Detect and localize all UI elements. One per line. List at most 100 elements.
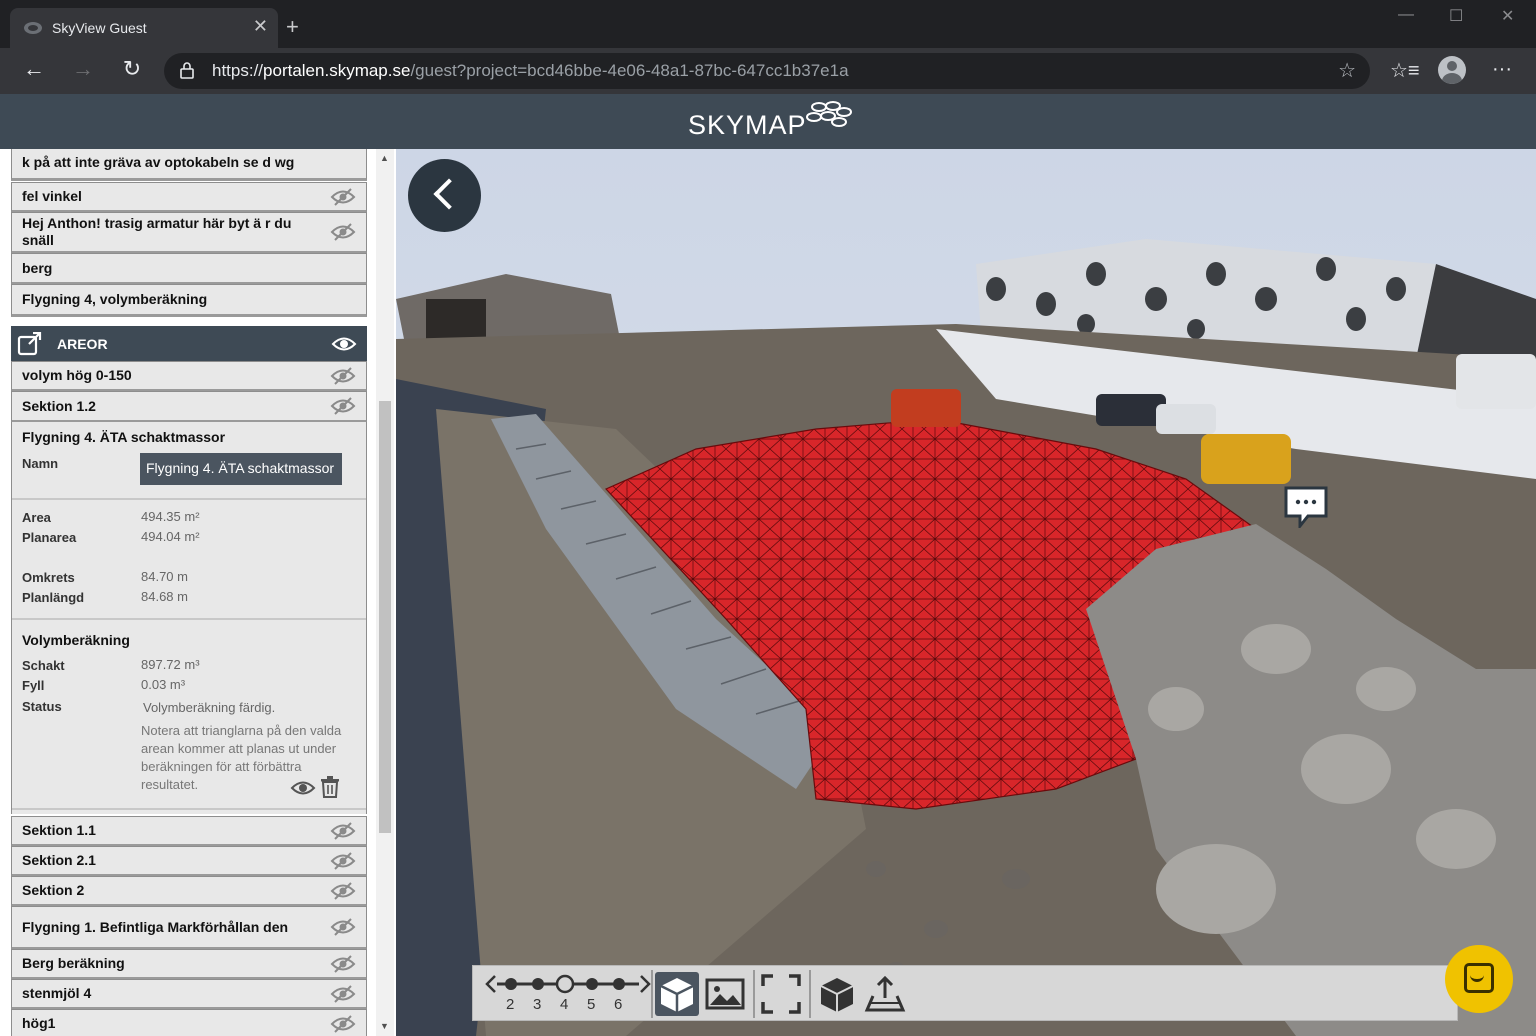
- forward-nav-button[interactable]: →: [67, 56, 99, 82]
- list-item[interactable]: hög1: [11, 1009, 367, 1036]
- eye-icon[interactable]: [331, 334, 357, 354]
- profile-avatar[interactable]: [1438, 56, 1466, 84]
- comment-marker-icon[interactable]: [1282, 484, 1330, 528]
- eye-off-icon[interactable]: [330, 954, 356, 974]
- divider: [12, 618, 366, 620]
- url-path: /guest?project=bcd46bbe-4e06-48a1-87bc-6…: [410, 61, 849, 80]
- list-item[interactable]: Sektion 2.1: [11, 846, 367, 877]
- image-view-button[interactable]: [703, 972, 747, 1016]
- list-item-label: Hej Anthon! trasig armatur här byt ä r d…: [22, 215, 292, 248]
- list-item-label: Berg beräkning: [22, 955, 125, 971]
- more-menu-icon[interactable]: ···: [1492, 58, 1512, 81]
- list-item[interactable]: volym hög 0-150: [11, 361, 367, 392]
- status-label: Status: [22, 699, 62, 714]
- list-item[interactable]: Sektion 2: [11, 876, 367, 907]
- eye-off-icon[interactable]: [330, 396, 356, 416]
- timeline-label[interactable]: 3: [533, 996, 541, 1013]
- list-item-label: k på att inte gräva av optokabeln se d w…: [22, 153, 295, 170]
- omkrets-label: Omkrets: [22, 570, 75, 585]
- list-item[interactable]: Sektion 1.1: [11, 816, 367, 847]
- list-item[interactable]: Berg beräkning: [11, 949, 367, 980]
- eye-off-icon[interactable]: [330, 984, 356, 1004]
- eye-off-icon[interactable]: [330, 187, 356, 207]
- list-item[interactable]: berg: [11, 253, 367, 285]
- window-close-button[interactable]: ✕: [1501, 6, 1514, 26]
- list-item-label: Flygning 4, volymberäkning: [22, 291, 208, 307]
- 3d-model-button[interactable]: [655, 972, 699, 1016]
- divider: [12, 808, 366, 810]
- 3d-terrain-scene[interactable]: [396, 149, 1536, 1036]
- detail-title: Flygning 4. ÄTA schaktmassor: [22, 429, 226, 445]
- eye-off-icon[interactable]: [330, 851, 356, 871]
- area-label: Area: [22, 510, 51, 525]
- new-tab-button[interactable]: +: [286, 14, 299, 40]
- planlangd-value: 84.68 m: [141, 589, 188, 604]
- model-viewer[interactable]: [396, 149, 1536, 1036]
- fyll-label: Fyll: [22, 678, 45, 693]
- area-detail-panel: Flygning 4. ÄTA schaktmassor Namn Flygni…: [11, 422, 367, 814]
- chat-support-button[interactable]: [1445, 945, 1513, 1013]
- sidebar-scrollbar-thumb[interactable]: [379, 401, 391, 833]
- areor-section-header[interactable]: AREOR: [11, 326, 367, 362]
- tab-close-icon[interactable]: ✕: [253, 16, 268, 37]
- app-header: SKYMAP: [0, 94, 1536, 149]
- browser-addressbar: ← → ↻ https://portalen.skymap.se/guest?p…: [0, 48, 1536, 94]
- external-link-icon[interactable]: [17, 332, 43, 356]
- timeline-label[interactable]: 6: [614, 996, 622, 1013]
- list-item[interactable]: Flygning 1. Befintliga Markförhållan den: [11, 906, 367, 950]
- list-item-label: volym hög 0-150: [22, 367, 132, 383]
- volume-title: Volymberäkning: [22, 632, 130, 648]
- list-item[interactable]: stenmjöl 4: [11, 979, 367, 1010]
- maximize-button[interactable]: ☐: [1449, 6, 1463, 26]
- list-item[interactable]: fel vinkel: [11, 182, 367, 213]
- cube-view-button[interactable]: [815, 972, 859, 1016]
- list-item[interactable]: k på att inte gräva av optokabeln se d w…: [11, 149, 367, 181]
- eye-off-icon[interactable]: [330, 917, 356, 937]
- omkrets-value: 84.70 m: [141, 569, 188, 584]
- timeline-label[interactable]: 5: [587, 996, 595, 1013]
- scroll-up-arrow-icon[interactable]: ▲: [380, 153, 389, 163]
- reload-button[interactable]: ↻: [116, 56, 148, 82]
- favorites-icon[interactable]: ☆≡: [1390, 58, 1420, 83]
- status-value: Volymberäkning färdig.: [143, 700, 276, 715]
- divider: [651, 970, 653, 1018]
- planarea-label: Planarea: [22, 530, 77, 545]
- section-title: AREOR: [57, 336, 108, 352]
- divider: [753, 970, 755, 1018]
- list-item-label: Sektion 1.2: [22, 397, 96, 414]
- 3d-model-icon: [660, 978, 694, 1012]
- planarea-value: 494.04 m²: [141, 529, 200, 544]
- eye-off-icon[interactable]: [330, 366, 356, 386]
- minimize-button[interactable]: —: [1398, 6, 1414, 24]
- export-button[interactable]: [863, 972, 907, 1016]
- name-label: Namn: [22, 456, 59, 471]
- tab-title: SkyView Guest: [52, 20, 147, 36]
- scroll-down-arrow-icon[interactable]: ▼: [380, 1021, 389, 1031]
- eye-off-icon[interactable]: [330, 1014, 356, 1034]
- name-field[interactable]: Flygning 4. ÄTA schaktmassor: [140, 453, 342, 485]
- timeline-label[interactable]: 2: [506, 996, 514, 1013]
- url-scheme: https://: [212, 61, 264, 80]
- list-item[interactable]: Sektion 1.2: [11, 391, 367, 423]
- area-value: 494.35 m²: [141, 509, 200, 524]
- url-field[interactable]: https://portalen.skymap.se/guest?project…: [164, 53, 1370, 89]
- eye-off-icon[interactable]: [330, 821, 356, 841]
- chat-icon: [1470, 975, 1484, 982]
- schakt-value: 897.72 m³: [141, 657, 200, 672]
- skymap-logo-icon: [806, 101, 852, 127]
- schakt-label: Schakt: [22, 658, 65, 673]
- list-item-label: hög1: [22, 1015, 56, 1031]
- list-item[interactable]: Flygning 4, volymberäkning: [11, 284, 367, 317]
- fullscreen-icon: [761, 974, 801, 1014]
- bookmark-star-icon[interactable]: ☆: [1338, 58, 1356, 83]
- eye-off-icon[interactable]: [330, 881, 356, 901]
- skymap-logo-text: SKYMAP: [688, 110, 807, 140]
- cube-icon: [820, 978, 854, 1012]
- fullscreen-button[interactable]: [759, 972, 803, 1016]
- timeline-label[interactable]: 4: [560, 996, 568, 1013]
- eye-off-icon[interactable]: [330, 222, 356, 242]
- back-button[interactable]: [408, 159, 481, 232]
- list-item[interactable]: Hej Anthon! trasig armatur här byt ä r d…: [11, 212, 367, 254]
- back-nav-button[interactable]: ←: [18, 56, 50, 82]
- browser-tab[interactable]: SkyView Guest ✕: [10, 8, 278, 48]
